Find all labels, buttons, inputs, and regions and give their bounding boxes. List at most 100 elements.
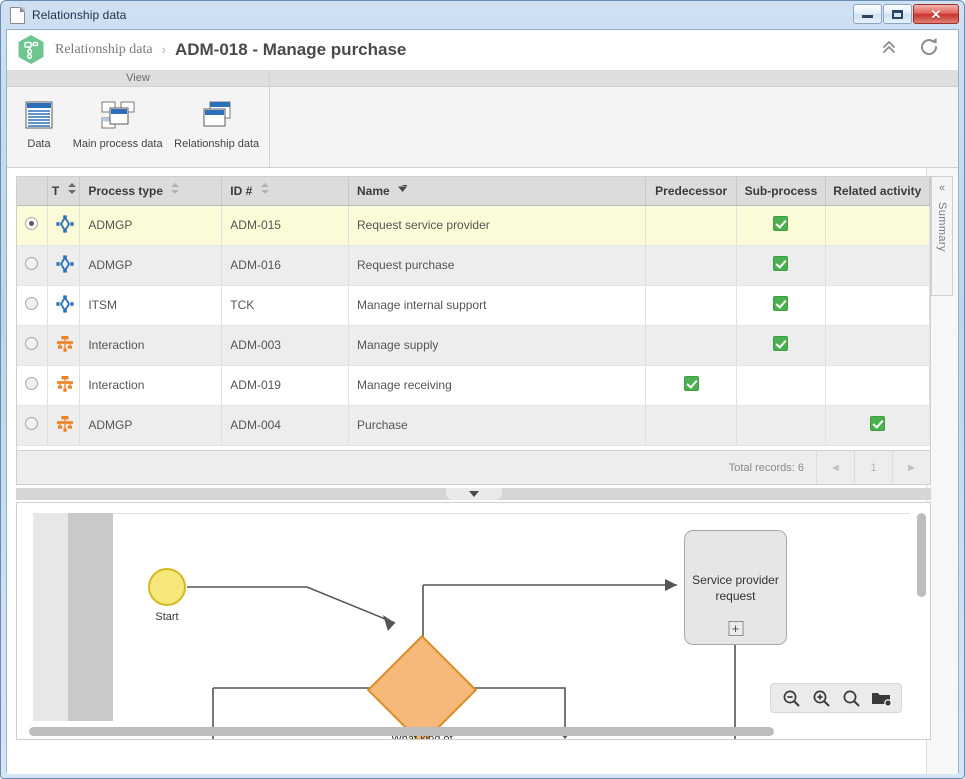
- refresh-button[interactable]: [918, 36, 940, 63]
- table-row[interactable]: Interaction ADM-003 Manage supply: [17, 325, 931, 366]
- checkbox-checked[interactable]: [773, 256, 789, 271]
- maximize-button[interactable]: [883, 4, 912, 24]
- interaction-icon: [56, 415, 73, 432]
- ribbon-button-relationship-data[interactable]: Relationship data: [168, 95, 265, 153]
- header-actions: [880, 36, 948, 63]
- cell-predecessor: [645, 365, 738, 406]
- scrollbar-thumb[interactable]: [29, 727, 774, 736]
- row-select-cell[interactable]: [17, 365, 48, 406]
- row-radio-button[interactable]: [25, 377, 39, 390]
- previous-page-button[interactable]: ◄: [816, 451, 854, 484]
- table-row[interactable]: ADMGP ADM-015 Request service provider: [17, 205, 931, 246]
- column-label: T: [51, 184, 60, 199]
- cell-name: Manage internal support: [348, 285, 647, 326]
- total-records-label: Total records: 6: [728, 461, 804, 474]
- diagram-start-node[interactable]: [148, 568, 186, 606]
- grid-body: ADMGP ADM-015 Request service provider ADMG…: [17, 205, 931, 446]
- cell-id: ADM-015: [221, 205, 350, 246]
- zoom-in-icon[interactable]: [808, 686, 834, 710]
- collapse-header-button[interactable]: [880, 38, 898, 61]
- checkbox-checked[interactable]: [869, 416, 885, 431]
- row-select-cell[interactable]: [17, 245, 48, 286]
- page-number[interactable]: 1: [854, 451, 892, 484]
- row-radio-button[interactable]: [25, 337, 39, 350]
- ribbon-button-data[interactable]: Data: [11, 95, 67, 153]
- column-label: Related activity: [833, 183, 922, 198]
- cell-id: ADM-016: [221, 245, 350, 286]
- column-label: Process type: [88, 184, 164, 199]
- next-page-button[interactable]: ►: [892, 451, 930, 484]
- table-row[interactable]: Interaction ADM-019 Manage receiving: [17, 365, 931, 406]
- interaction-icon: [56, 375, 73, 392]
- column-header-process-type[interactable]: Process type: [79, 177, 223, 206]
- column-header-sub-process[interactable]: Sub-process: [736, 177, 826, 206]
- row-radio-button[interactable]: [25, 217, 39, 230]
- cell-sub-process: [736, 405, 826, 446]
- column-header-id[interactable]: ID #: [221, 177, 350, 206]
- cell-process-type: ADMGP: [79, 405, 223, 446]
- table-row[interactable]: ADMGP ADM-016 Request purchase: [17, 245, 931, 286]
- row-radio-button[interactable]: [25, 297, 39, 310]
- checkbox-checked[interactable]: [773, 296, 789, 311]
- diagram-subprocess-node[interactable]: Service provider request +: [684, 530, 787, 645]
- data-view-icon: [19, 98, 59, 132]
- caret-down-icon: [468, 491, 479, 497]
- window-title: Relationship data: [32, 8, 127, 22]
- row-select-cell[interactable]: [17, 205, 48, 246]
- ribbon-group-body: Data Main process data Relationship data: [7, 87, 269, 167]
- table-row[interactable]: ADMGP ADM-004 Purchase: [17, 405, 931, 446]
- ribbon-group-view: View Data Main process data Relationship…: [7, 70, 270, 167]
- cell-name: Request service provider: [348, 205, 647, 246]
- row-select-cell[interactable]: [17, 405, 48, 446]
- table-row[interactable]: ITSM TCK Manage internal support: [17, 285, 931, 326]
- cell-sub-process: [736, 245, 826, 286]
- pane-splitter[interactable]: [16, 488, 931, 500]
- main-process-data-icon: [98, 98, 138, 132]
- cell-process-type: Interaction: [79, 325, 223, 366]
- breadcrumb-separator: ›: [161, 42, 166, 57]
- checkbox-checked[interactable]: [773, 216, 789, 231]
- ribbon-group-body-empty: [270, 87, 958, 167]
- cell-sub-process: [736, 365, 826, 406]
- zoom-reset-icon[interactable]: [838, 686, 864, 710]
- process-diagram-pane[interactable]: Start What kind of Service provider requ…: [16, 502, 931, 740]
- checkbox-checked[interactable]: [773, 336, 789, 351]
- ribbon-group-empty: [270, 70, 958, 167]
- diagram-vertical-scrollbar[interactable]: [917, 513, 926, 713]
- column-header-predecessor[interactable]: Predecessor: [645, 177, 738, 206]
- cell-related-activity: [825, 205, 931, 246]
- open-folder-icon[interactable]: [868, 686, 894, 710]
- cell-related-activity: [825, 365, 931, 406]
- minimize-button[interactable]: [853, 4, 882, 24]
- close-icon: ✕: [930, 6, 942, 22]
- ribbon-toolbar: View Data Main process data Relationship…: [7, 70, 958, 168]
- row-select-cell[interactable]: [17, 285, 48, 326]
- summary-panel-tab[interactable]: « Summary: [931, 176, 953, 296]
- cell-related-activity: [825, 245, 931, 286]
- expand-subprocess-button[interactable]: +: [728, 621, 743, 636]
- splitter-collapse-handle[interactable]: [445, 488, 502, 500]
- column-header-type[interactable]: T: [47, 177, 81, 206]
- scrollbar-thumb[interactable]: [917, 513, 926, 597]
- column-label: Sub-process: [744, 183, 818, 198]
- process-node-icon: [56, 294, 74, 313]
- checkbox-checked[interactable]: [683, 376, 699, 391]
- column-header-related-activity[interactable]: Related activity: [825, 177, 931, 206]
- cell-process-type: ADMGP: [79, 205, 223, 246]
- ribbon-button-main-process-data[interactable]: Main process data: [67, 95, 168, 153]
- diagram-subprocess-label: Service provider request: [692, 572, 779, 603]
- breadcrumb-root[interactable]: Relationship data: [55, 42, 153, 58]
- close-button[interactable]: ✕: [913, 4, 959, 24]
- column-header-name[interactable]: Name: [348, 177, 647, 206]
- interaction-icon: [56, 335, 73, 352]
- row-select-cell[interactable]: [17, 325, 48, 366]
- row-radio-button[interactable]: [25, 417, 39, 430]
- zoom-out-icon[interactable]: [778, 686, 804, 710]
- ribbon-button-label: Relationship data: [174, 138, 260, 150]
- diagram-horizontal-scrollbar[interactable]: [29, 727, 912, 736]
- row-type-cell: [47, 405, 81, 446]
- column-label: ID #: [230, 184, 253, 199]
- relationship-data-grid: T Process type ID # Name Predecessor Sub…: [16, 176, 931, 485]
- row-radio-button[interactable]: [25, 257, 39, 270]
- cell-predecessor: [645, 325, 738, 366]
